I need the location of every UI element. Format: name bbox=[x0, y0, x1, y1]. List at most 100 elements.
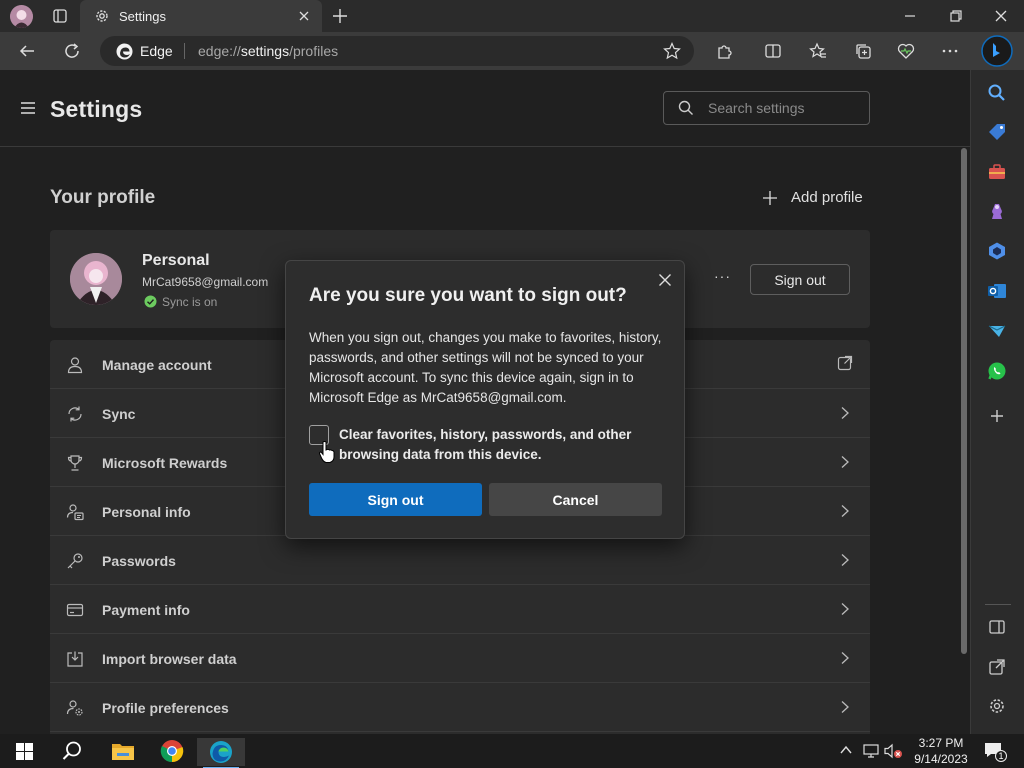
external-link-icon bbox=[837, 355, 853, 371]
site-identity-label: Edge bbox=[140, 43, 173, 59]
collections-icon[interactable] bbox=[854, 42, 872, 60]
sign-out-dialog: Are you sure you want to sign out? When … bbox=[285, 260, 685, 539]
chevron-right-icon bbox=[841, 652, 849, 664]
person-card-icon bbox=[66, 504, 84, 521]
avatar bbox=[70, 253, 122, 305]
profile-email: MrCat9658@gmail.com bbox=[142, 275, 269, 289]
cancel-button[interactable]: Cancel bbox=[489, 483, 662, 516]
list-item-label: Profile preferences bbox=[102, 700, 229, 716]
section-title: Your profile bbox=[50, 187, 156, 208]
profile-more-button[interactable]: ··· bbox=[714, 268, 731, 284]
chevron-right-icon bbox=[841, 456, 849, 468]
list-item-label: Microsoft Rewards bbox=[102, 455, 228, 471]
sync-check-icon bbox=[144, 295, 157, 308]
clock[interactable]: 3:27 PM 9/14/2023 bbox=[914, 735, 968, 767]
favorites-icon[interactable] bbox=[809, 42, 827, 60]
chevron-right-icon bbox=[841, 603, 849, 615]
key-icon bbox=[67, 553, 83, 569]
page-title: Settings bbox=[50, 96, 143, 122]
more-options-icon[interactable] bbox=[941, 42, 959, 60]
new-tab-icon[interactable] bbox=[331, 7, 349, 25]
refresh-icon[interactable] bbox=[63, 42, 81, 60]
close-icon[interactable] bbox=[657, 272, 673, 288]
shopping-tag-icon[interactable] bbox=[987, 122, 1007, 142]
edge-icon bbox=[210, 741, 232, 763]
url-text[interactable]: edge://settings/profiles bbox=[198, 43, 338, 59]
network-icon[interactable] bbox=[863, 743, 879, 759]
settings-header: Settings bbox=[0, 70, 970, 147]
games-icon[interactable] bbox=[987, 201, 1007, 221]
search-icon[interactable] bbox=[61, 740, 83, 762]
profile-sign-out-button[interactable]: Sign out bbox=[750, 264, 850, 295]
sidebar-settings-icon[interactable] bbox=[987, 696, 1007, 716]
add-profile-label: Add profile bbox=[791, 189, 863, 206]
browser-essentials-icon[interactable] bbox=[897, 42, 915, 60]
tools-briefcase-icon[interactable] bbox=[987, 162, 1007, 182]
hand-cursor-icon bbox=[318, 441, 335, 463]
back-icon[interactable] bbox=[18, 42, 36, 60]
import-icon bbox=[67, 651, 83, 667]
url-prefix: edge:// bbox=[198, 43, 241, 59]
list-item-label: Import browser data bbox=[102, 651, 237, 667]
trophy-icon bbox=[67, 455, 83, 471]
split-screen-icon[interactable] bbox=[764, 42, 782, 60]
tab-actions-button[interactable] bbox=[53, 9, 67, 28]
list-item-label: Personal info bbox=[102, 504, 191, 520]
whatsapp-icon[interactable] bbox=[987, 361, 1007, 381]
list-item-passwords[interactable]: Passwords bbox=[50, 536, 870, 585]
drop-send-icon[interactable] bbox=[987, 321, 1007, 341]
list-item-profile-preferences[interactable]: Profile preferences bbox=[50, 683, 870, 732]
gear-icon bbox=[96, 10, 108, 22]
chrome-icon[interactable] bbox=[160, 739, 184, 763]
tab-title: Settings bbox=[119, 9, 166, 24]
avatar-image-icon bbox=[70, 253, 122, 305]
search-input[interactable] bbox=[708, 100, 858, 116]
avatar-icon bbox=[10, 5, 33, 28]
scrollbar[interactable] bbox=[958, 148, 970, 734]
list-item-import-browser-data[interactable]: Import browser data bbox=[50, 634, 870, 683]
close-window-icon[interactable] bbox=[993, 8, 1009, 24]
notification-center-button[interactable]: 1 bbox=[983, 741, 1007, 763]
restore-icon[interactable] bbox=[948, 8, 964, 24]
taskbar-edge-button[interactable] bbox=[197, 738, 245, 768]
volume-muted-icon[interactable] bbox=[884, 743, 904, 759]
list-item-label: Sync bbox=[102, 406, 136, 422]
extensions-icon[interactable] bbox=[716, 42, 734, 60]
copilot-icon[interactable] bbox=[981, 35, 1013, 67]
address-bar[interactable]: Edge edge://settings/profiles bbox=[100, 36, 694, 66]
chevron-right-icon bbox=[841, 505, 849, 517]
minimize-icon[interactable] bbox=[902, 8, 918, 24]
toolbar: Edge edge://settings/profiles bbox=[0, 32, 1024, 70]
clock-time: 3:27 PM bbox=[918, 736, 964, 750]
chevron-right-icon bbox=[841, 407, 849, 419]
dialog-title: Are you sure you want to sign out? bbox=[309, 285, 627, 306]
close-tab-icon[interactable] bbox=[296, 8, 312, 24]
search-box[interactable] bbox=[663, 91, 870, 125]
hide-sidebar-icon[interactable] bbox=[987, 617, 1007, 637]
list-item-payment-info[interactable]: Payment info bbox=[50, 585, 870, 634]
clear-data-checkbox-label[interactable]: Clear favorites, history, passwords, and… bbox=[339, 425, 649, 465]
add-sidebar-app-icon[interactable] bbox=[987, 406, 1007, 426]
windows-start-icon[interactable] bbox=[16, 743, 33, 760]
sync-icon bbox=[68, 406, 82, 422]
menu-icon[interactable] bbox=[20, 101, 36, 115]
edge-sidebar bbox=[970, 70, 1024, 734]
confirm-sign-out-button[interactable]: Sign out bbox=[309, 483, 482, 516]
file-explorer-icon[interactable] bbox=[111, 741, 135, 761]
chevron-up-icon[interactable] bbox=[840, 745, 852, 755]
list-item-label: Manage account bbox=[102, 357, 212, 373]
detach-icon[interactable] bbox=[987, 657, 1007, 677]
profile-avatar-button[interactable] bbox=[10, 5, 33, 28]
tab-settings[interactable]: Settings bbox=[80, 0, 322, 32]
favorite-star-icon[interactable] bbox=[663, 42, 681, 60]
list-item-label: Passwords bbox=[102, 553, 176, 569]
scrollbar-thumb[interactable] bbox=[961, 148, 967, 654]
search-icon bbox=[678, 100, 693, 115]
sync-status: Sync is on bbox=[162, 295, 218, 309]
profile-name: Personal bbox=[142, 252, 210, 269]
list-item-label: Payment info bbox=[102, 602, 190, 618]
credit-card-icon bbox=[66, 603, 84, 617]
search-icon[interactable] bbox=[987, 83, 1007, 103]
microsoft-365-icon[interactable] bbox=[987, 241, 1007, 261]
outlook-icon[interactable] bbox=[987, 281, 1007, 301]
